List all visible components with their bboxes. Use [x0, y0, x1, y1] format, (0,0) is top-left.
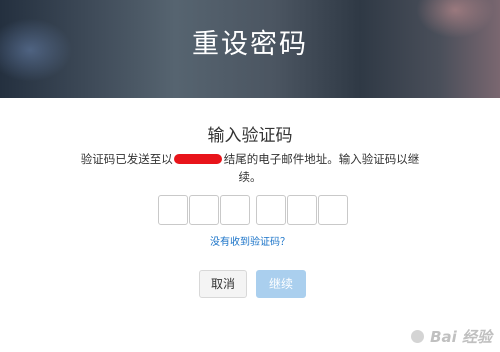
- code-digit-6-input[interactable]: [318, 195, 348, 225]
- continue-button[interactable]: 继续: [256, 270, 306, 298]
- code-digit-3-input[interactable]: [220, 195, 250, 225]
- code-digit-2-input[interactable]: [189, 195, 219, 225]
- instruction-text-end: 结尾的电子邮件地址。输入验证码以继续。: [223, 152, 420, 184]
- resend-code-link[interactable]: 没有收到验证码？: [0, 233, 500, 248]
- instruction-text-start: 验证码已发送至以: [80, 152, 173, 166]
- dialog-heading: 输入验证码: [207, 126, 293, 146]
- verification-code-input-group: [158, 195, 348, 225]
- cancel-button[interactable]: 取消: [199, 270, 247, 298]
- paw-logo-icon: [410, 330, 424, 343]
- baidu-jingyan-watermark: Bai 经验: [410, 326, 492, 347]
- instruction-text: 验证码已发送至以 结尾的电子邮件地址。输入验证码以继续。: [80, 150, 420, 186]
- watermark-text: Bai 经验: [430, 328, 492, 346]
- code-digit-4-input[interactable]: [256, 195, 286, 225]
- redacted-email-mark: [173, 154, 222, 164]
- code-digit-5-input[interactable]: [287, 195, 317, 225]
- code-digit-1-input[interactable]: [158, 195, 188, 225]
- page-title: 重设密码: [192, 29, 308, 60]
- header-banner: 重设密码: [0, 0, 500, 98]
